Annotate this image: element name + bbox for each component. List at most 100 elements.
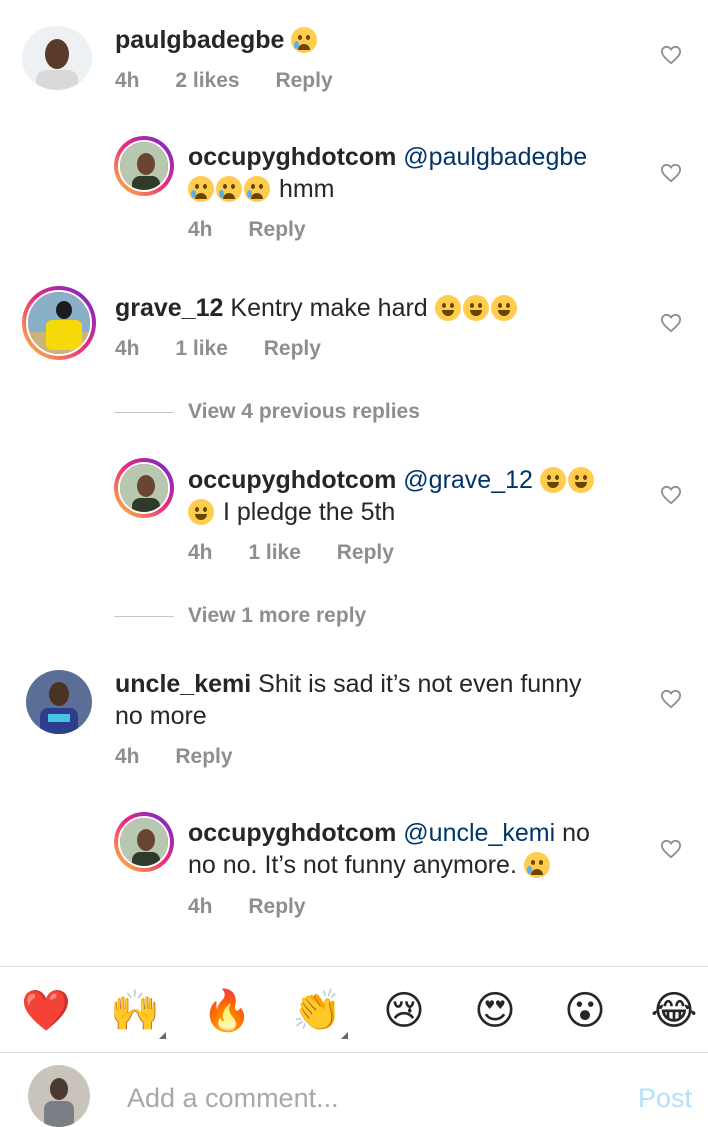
avatar-photo-icon <box>120 818 168 866</box>
comment-body: hmm <box>278 175 335 203</box>
tears-of-joy-reaction-icon[interactable]: 😂 <box>650 987 698 1035</box>
clapping-hands-reaction-icon[interactable]: 👏 <box>292 987 348 1039</box>
comment-composer: Add a comment... Post <box>0 1052 708 1127</box>
comment-meta: 4h Reply <box>188 894 336 920</box>
comment-body: Kentry make hard <box>230 294 428 322</box>
reply-button[interactable]: Reply <box>248 218 305 241</box>
crying-face-icon <box>188 176 214 202</box>
like-heart-icon[interactable] <box>660 163 682 183</box>
comment-meta: 4h 1 like Reply <box>115 336 351 362</box>
comment-username[interactable]: grave_12 <box>115 294 223 322</box>
reply-button[interactable]: Reply <box>175 745 232 768</box>
avatar-grave_12[interactable] <box>22 286 96 360</box>
view-more-label: View 4 previous replies <box>188 400 420 423</box>
view-previous-replies-button[interactable]: View 4 previous replies <box>114 399 420 425</box>
avatar-occupyghdotcom[interactable] <box>114 812 174 872</box>
tears-of-joy-icon <box>567 467 594 493</box>
comment-likes[interactable]: 2 likes <box>175 69 239 92</box>
avatar-photo-icon <box>120 464 168 512</box>
avatar-occupyghdotcom[interactable] <box>114 136 174 196</box>
comment-text: grave_12 Kentry make hard <box>115 292 519 324</box>
avatar-photo-icon <box>26 670 92 734</box>
comment-body: Shit is sad it’s not even funny <box>258 670 582 698</box>
current-user-avatar <box>28 1065 90 1127</box>
comment-time: 4h <box>115 745 140 768</box>
comment-meta: 4h Reply <box>115 744 263 770</box>
tears-of-joy-icon <box>490 295 517 321</box>
avatar-uncle_kemi[interactable] <box>26 670 92 734</box>
comment-text: occupyghdotcom @grave_12 <box>188 464 596 496</box>
comment-text: occupyghdotcom @uncle_kemi no <box>188 817 590 849</box>
comment-username[interactable]: uncle_kemi <box>115 670 251 698</box>
comment-text: uncle_kemi Shit is sad it’s not even fun… <box>115 668 581 700</box>
comment-time: 4h <box>115 69 140 92</box>
crying-face-icon <box>523 852 550 878</box>
reply-button[interactable]: Reply <box>337 541 394 564</box>
comment-username[interactable]: paulgbadegbe <box>115 26 284 54</box>
comment-text-line2: hmm <box>188 173 335 205</box>
crying-face-reaction-icon[interactable]: 😢 <box>380 987 428 1035</box>
comment-meta: 4h 1 like Reply <box>188 540 424 566</box>
avatar-photo-icon <box>22 26 92 90</box>
crying-face-icon <box>291 27 318 53</box>
avatar-photo-icon <box>120 142 168 190</box>
reply-button[interactable]: Reply <box>275 69 332 92</box>
surprised-face-reaction-icon[interactable]: 😮 <box>561 987 609 1035</box>
crying-face-icon <box>244 176 270 202</box>
comment-text-line2: no more <box>115 700 207 732</box>
like-heart-icon[interactable] <box>660 839 682 859</box>
quick-reaction-bar: ❤️ 🙌 🔥 👏 😢 😍 😮 😂 <box>0 966 708 1053</box>
reply-button[interactable]: Reply <box>248 895 305 918</box>
avatar-photo-icon <box>28 1065 90 1127</box>
tears-of-joy-icon <box>434 295 461 321</box>
divider-line <box>114 615 174 617</box>
reply-button[interactable]: Reply <box>264 337 321 360</box>
tears-of-joy-icon <box>188 499 214 525</box>
clapping-hands-glyph: 👏 <box>292 989 342 1033</box>
comment-input[interactable]: Add a comment... <box>127 1083 339 1114</box>
comment-text-line2: I pledge the 5th <box>188 496 395 528</box>
divider-line <box>114 411 174 413</box>
comment-body: no <box>562 819 590 847</box>
skin-tone-indicator <box>341 1032 348 1039</box>
avatar-occupyghdotcom[interactable] <box>114 458 174 518</box>
comment-likes[interactable]: 1 like <box>175 337 228 360</box>
comment-time: 4h <box>188 541 213 564</box>
comment-time: 4h <box>115 337 140 360</box>
avatar-photo-icon <box>28 292 90 354</box>
comment-likes[interactable]: 1 like <box>248 541 301 564</box>
avatar-paulgbadegbe[interactable] <box>22 26 92 90</box>
comment-body: no more <box>115 702 207 730</box>
view-more-replies-button[interactable]: View 1 more reply <box>114 603 366 629</box>
tears-of-joy-icon <box>539 467 566 493</box>
post-button[interactable]: Post <box>638 1083 692 1114</box>
fire-reaction-icon[interactable]: 🔥 <box>202 987 252 1035</box>
comment-time: 4h <box>188 895 213 918</box>
comment-text: occupyghdotcom @paulgbadegbe <box>188 141 587 173</box>
heart-eyes-reaction-icon[interactable]: 😍 <box>471 987 519 1035</box>
comment-time: 4h <box>188 218 213 241</box>
comment-meta: 4h 2 likes Reply <box>115 68 363 94</box>
comment-meta: 4h Reply <box>188 217 336 243</box>
comment-text-line2: no no. It’s not funny anymore. <box>188 849 552 881</box>
tears-of-joy-icon <box>462 295 489 321</box>
heart-reaction-icon[interactable]: ❤️ <box>21 987 71 1035</box>
raising-hands-reaction-icon[interactable]: 🙌 <box>110 987 166 1039</box>
comment-username[interactable]: occupyghdotcom <box>188 143 396 171</box>
comment-body: I pledge the 5th <box>222 498 396 526</box>
crying-face-icon <box>216 176 242 202</box>
like-heart-icon[interactable] <box>660 689 682 709</box>
comment-text: paulgbadegbe <box>115 24 319 56</box>
comment-body: no no. It’s not funny anymore. <box>188 851 517 879</box>
mention-link[interactable]: @uncle_kemi <box>403 819 555 847</box>
mention-link[interactable]: @paulgbadegbe <box>403 143 587 171</box>
view-more-label: View 1 more reply <box>188 604 367 627</box>
mention-link[interactable]: @grave_12 <box>403 466 533 494</box>
raising-hands-glyph: 🙌 <box>110 989 160 1033</box>
like-heart-icon[interactable] <box>660 313 682 333</box>
comment-username[interactable]: occupyghdotcom <box>188 819 396 847</box>
comment-username[interactable]: occupyghdotcom <box>188 466 396 494</box>
skin-tone-indicator <box>159 1032 166 1039</box>
like-heart-icon[interactable] <box>660 485 682 505</box>
like-heart-icon[interactable] <box>660 45 682 65</box>
